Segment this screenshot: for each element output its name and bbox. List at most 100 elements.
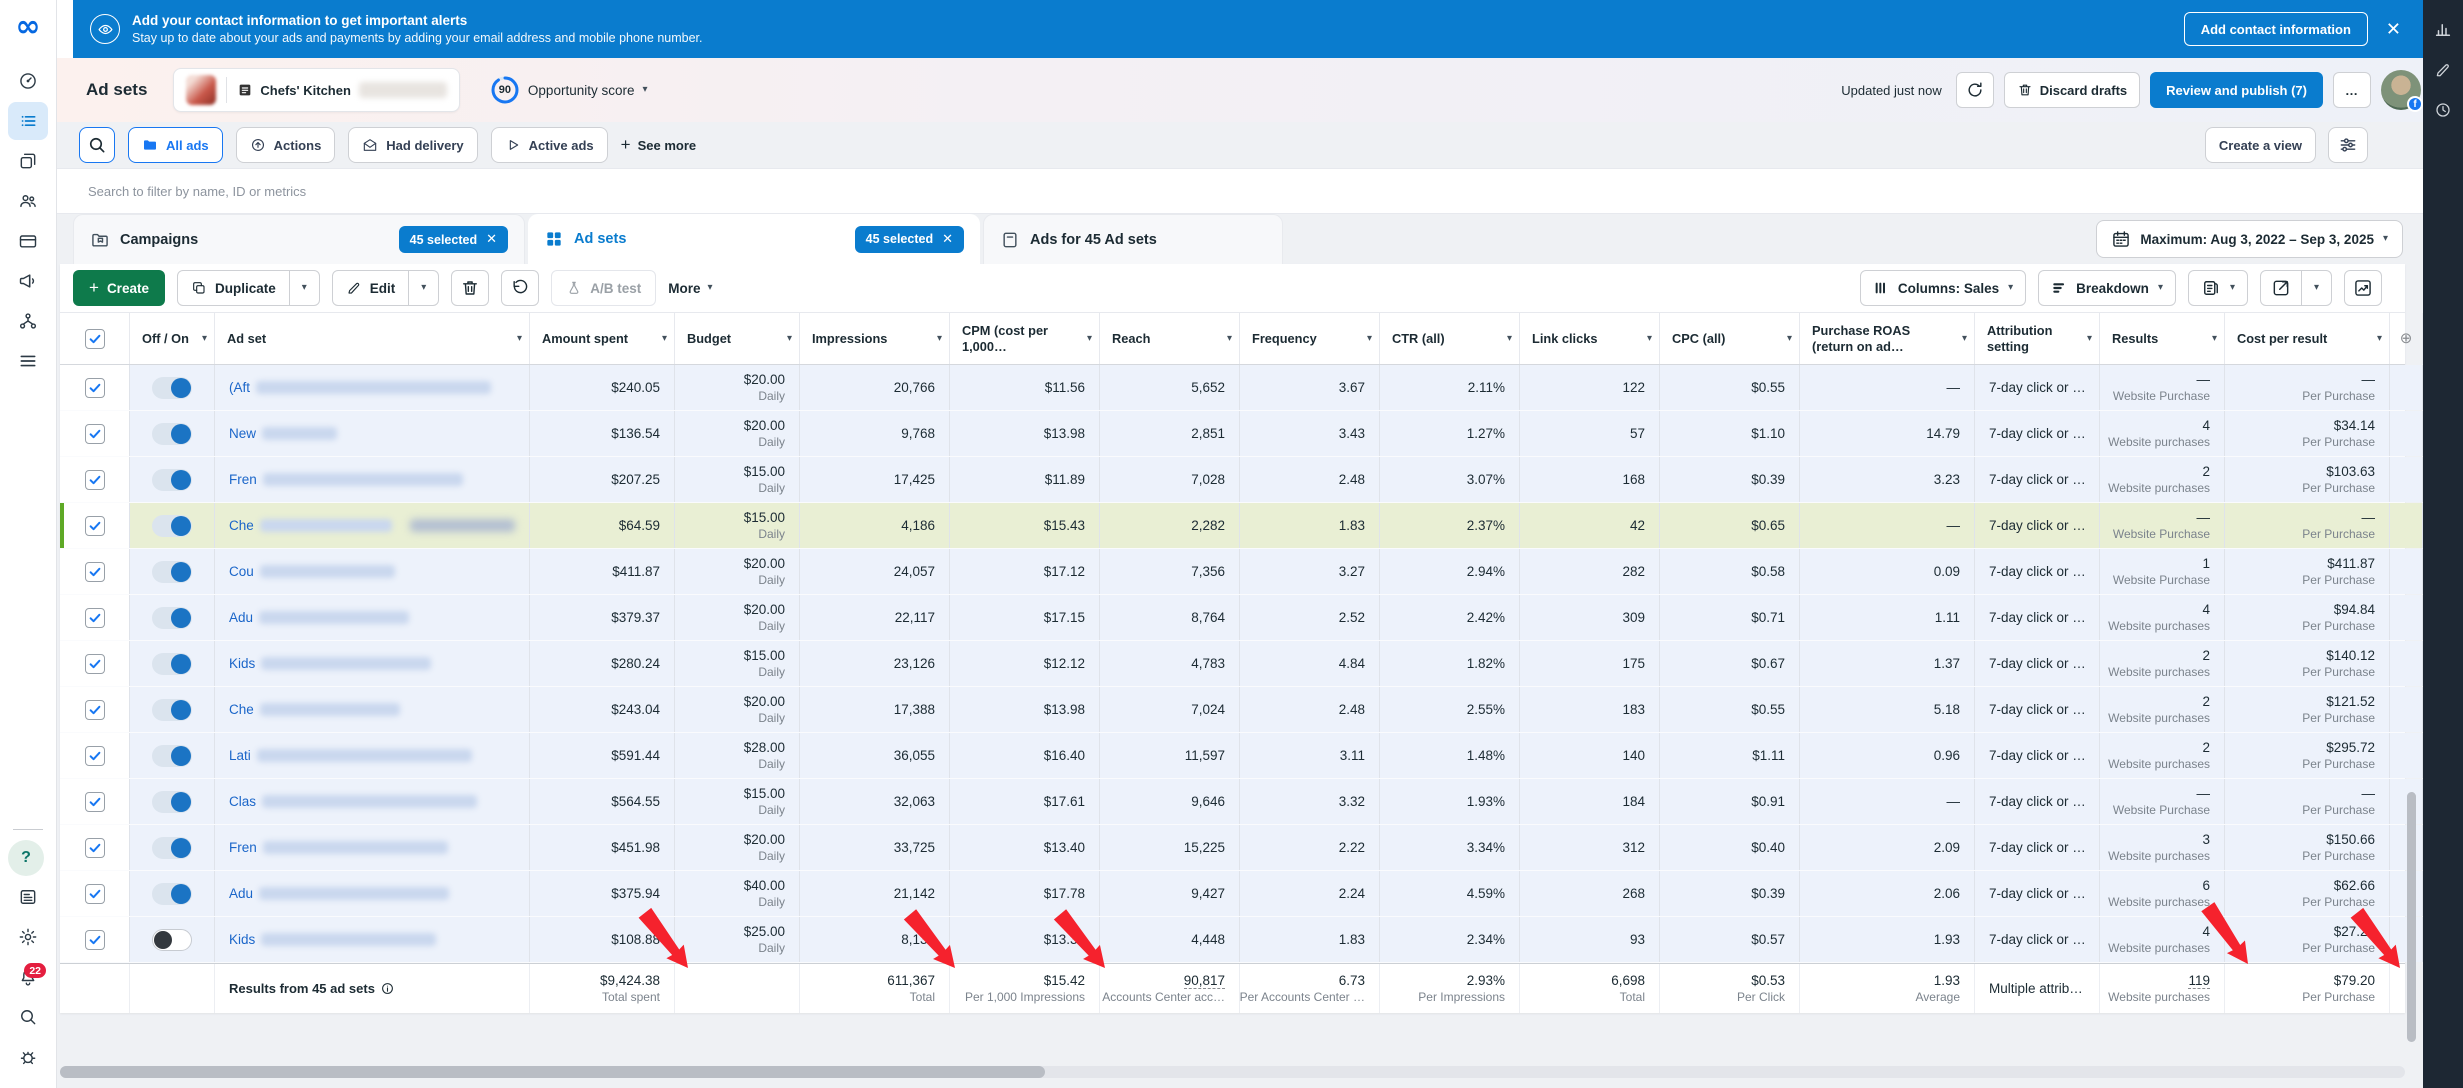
horizontal-scrollbar-thumb[interactable] <box>60 1066 1045 1078</box>
adset-toggle[interactable] <box>152 699 192 721</box>
adset-name-link[interactable]: Adu <box>229 610 515 625</box>
tab-ad-sets[interactable]: Ad sets 45 selected✕ <box>528 214 980 264</box>
charts-button[interactable] <box>2344 270 2382 306</box>
row-checkbox[interactable] <box>85 562 105 582</box>
edit-caret-button[interactable]: ▾ <box>408 271 438 305</box>
table-search-bar[interactable]: Search to filter by name, ID or metrics <box>57 168 2423 214</box>
row-checkbox[interactable] <box>85 838 105 858</box>
filter-chip-actions[interactable]: Actions <box>236 127 336 163</box>
adset-name-link[interactable]: Kids <box>229 932 515 947</box>
clear-selection-icon[interactable]: ✕ <box>942 232 953 247</box>
adset-toggle[interactable] <box>152 883 192 905</box>
column-header-roas[interactable]: Purchase ROAS (return on ad…▾ <box>1800 313 1975 364</box>
adsets-selected-badge[interactable]: 45 selected✕ <box>855 226 964 253</box>
column-header-cost[interactable]: Cost per result▾ <box>2225 313 2390 364</box>
row-checkbox[interactable] <box>85 516 105 536</box>
tab-campaigns[interactable]: Campaigns 45 selected✕ <box>73 214 525 264</box>
sidebar-search-global-icon[interactable] <box>8 998 48 1036</box>
date-range-picker[interactable]: Maximum: Aug 3, 2022 – Sep 3, 2025▾ <box>2096 220 2403 258</box>
rail-pencil-icon[interactable] <box>2429 56 2457 84</box>
column-header-offon[interactable]: Off / On▾ <box>130 313 215 364</box>
adset-name-link[interactable]: (Aft <box>229 380 515 395</box>
account-selector[interactable]: Chefs' Kitchen <box>173 68 460 112</box>
tab-ads[interactable]: Ads for 45 Ad sets <box>983 214 1283 264</box>
adset-name-link[interactable]: Che <box>229 702 515 717</box>
column-header-clicks[interactable]: Link clicks▾ <box>1520 313 1660 364</box>
adset-toggle[interactable] <box>152 929 192 951</box>
sidebar-all-tools-menu-icon[interactable] <box>8 342 48 380</box>
row-checkbox[interactable] <box>85 700 105 720</box>
row-checkbox[interactable] <box>85 608 105 628</box>
adset-name-link[interactable]: Fren <box>229 840 515 855</box>
adset-name-link[interactable]: Adu <box>229 886 515 901</box>
sidebar-audiences-icon[interactable] <box>8 182 48 220</box>
adset-toggle[interactable] <box>152 515 192 537</box>
adset-name-link[interactable]: Fren <box>229 472 515 487</box>
add-column-button[interactable]: ⊕ <box>2390 313 2423 364</box>
export-caret-button[interactable]: ▾ <box>2301 271 2331 305</box>
header-checkbox[interactable] <box>85 329 105 349</box>
column-header-cpc[interactable]: CPC (all)▾ <box>1660 313 1800 364</box>
sidebar-billing-icon[interactable] <box>8 222 48 260</box>
adset-toggle[interactable] <box>152 745 192 767</box>
sidebar-pages-icon[interactable] <box>8 142 48 180</box>
rail-bar-chart-icon[interactable] <box>2429 16 2457 44</box>
export-button[interactable] <box>2261 271 2301 305</box>
sidebar-ads-megaphone-icon[interactable] <box>8 262 48 300</box>
row-checkbox[interactable] <box>85 654 105 674</box>
search-input[interactable]: Search to filter by name, ID or metrics <box>88 184 306 199</box>
adset-toggle[interactable] <box>152 423 192 445</box>
column-header-ctr[interactable]: CTR (all)▾ <box>1380 313 1520 364</box>
undo-button[interactable] <box>501 270 539 306</box>
adset-name-link[interactable]: Lati <box>229 748 515 763</box>
select-all-checkbox[interactable] <box>60 313 130 364</box>
adset-toggle[interactable] <box>152 607 192 629</box>
adset-name-link[interactable]: Cou <box>229 564 515 579</box>
row-checkbox[interactable] <box>85 884 105 904</box>
column-header-impressions[interactable]: Impressions▾ <box>800 313 950 364</box>
adset-name-link[interactable]: New <box>229 426 515 441</box>
banner-close-icon[interactable]: ✕ <box>2386 19 2401 40</box>
duplicate-button[interactable]: Duplicate <box>178 271 289 305</box>
filter-chip-had-delivery[interactable]: Had delivery <box>348 127 477 163</box>
user-avatar[interactable]: f <box>2381 70 2421 110</box>
vertical-scrollbar[interactable] <box>2407 792 2416 1042</box>
column-header-cpm[interactable]: CPM (cost per 1,000…▾ <box>950 313 1100 364</box>
row-checkbox[interactable] <box>85 792 105 812</box>
add-contact-information-button[interactable]: Add contact information <box>2184 12 2368 46</box>
campaigns-selected-badge[interactable]: 45 selected✕ <box>399 226 508 253</box>
view-settings-button[interactable] <box>2328 127 2368 163</box>
filter-chip-all-ads[interactable]: All ads <box>128 127 223 163</box>
column-header-frequency[interactable]: Frequency▾ <box>1240 313 1380 364</box>
sidebar-assets-org-icon[interactable] <box>8 302 48 340</box>
more-button[interactable]: More▾ <box>668 281 712 296</box>
column-header-results[interactable]: Results▾ <box>2100 313 2225 364</box>
see-more-button[interactable]: +See more <box>621 135 696 155</box>
sidebar-settings-gear-icon[interactable] <box>8 918 48 956</box>
meta-logo-icon[interactable]: ∞ <box>16 12 41 42</box>
discard-drafts-button[interactable]: Discard drafts <box>2004 72 2140 108</box>
row-checkbox[interactable] <box>85 746 105 766</box>
sidebar-updates-doc-icon[interactable] <box>8 878 48 916</box>
column-header-amount[interactable]: Amount spent▾ <box>530 313 675 364</box>
adset-toggle[interactable] <box>152 837 192 859</box>
edit-button[interactable]: Edit <box>333 271 409 305</box>
create-a-view-button[interactable]: Create a view <box>2205 127 2316 163</box>
column-header-name[interactable]: Ad set▾ <box>215 313 530 364</box>
columns-button[interactable]: Columns: Sales▾ <box>1860 270 2026 306</box>
more-options-button[interactable]: … <box>2333 72 2371 108</box>
clear-selection-icon[interactable]: ✕ <box>486 232 497 247</box>
sidebar-notifications-bell-icon[interactable]: 22 <box>8 958 48 996</box>
rail-clock-icon[interactable] <box>2429 96 2457 124</box>
search-button[interactable] <box>79 127 115 163</box>
review-and-publish-button[interactable]: Review and publish (7) <box>2150 72 2323 108</box>
filter-chip-active-ads[interactable]: Active ads <box>491 127 608 163</box>
create-button[interactable]: +Create <box>73 270 165 306</box>
ab-test-button[interactable]: A/B test <box>551 270 656 306</box>
column-header-reach[interactable]: Reach▾ <box>1100 313 1240 364</box>
refresh-button[interactable] <box>1956 72 1994 108</box>
sidebar-campaigns-table-icon[interactable] <box>8 102 48 140</box>
row-checkbox[interactable] <box>85 378 105 398</box>
delete-button[interactable] <box>451 270 489 306</box>
adset-name-link[interactable]: Kids <box>229 656 515 671</box>
